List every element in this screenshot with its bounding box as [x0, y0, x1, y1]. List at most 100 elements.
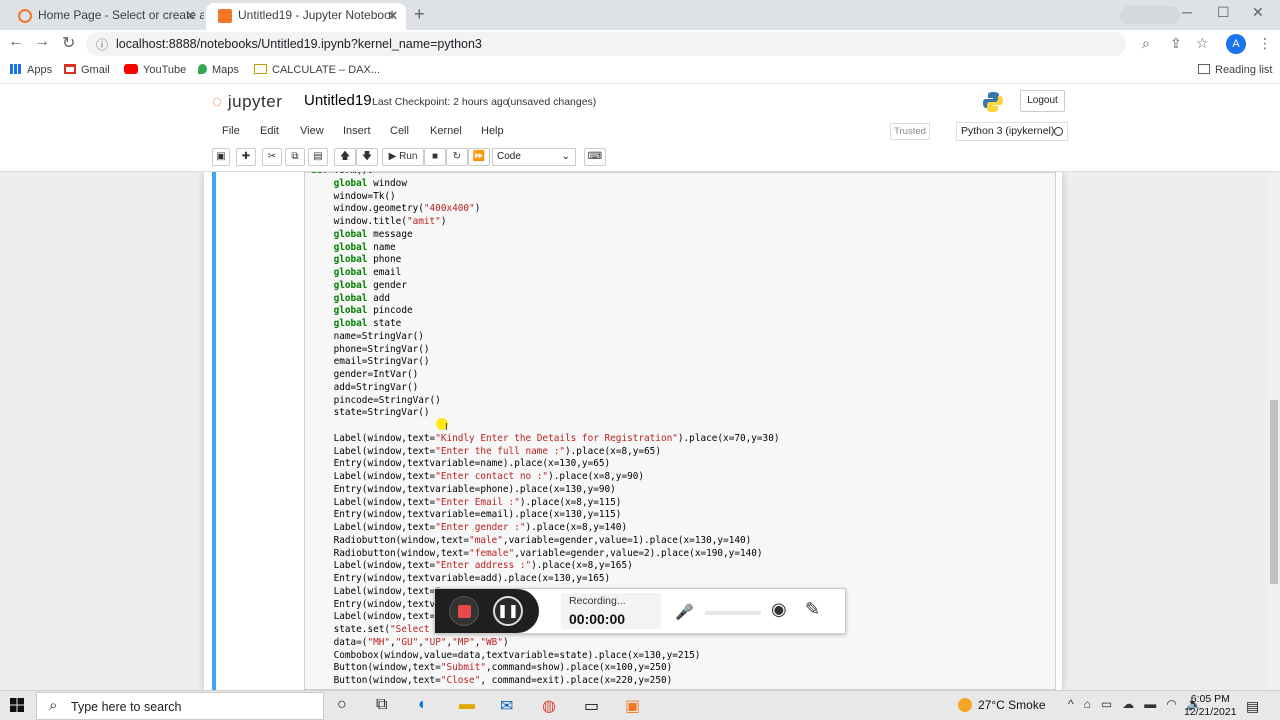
code-line[interactable]: Entry(window,textvariable=name).place(x=… — [311, 458, 780, 471]
code-line[interactable]: Label(window,text="Enter contact no :").… — [311, 471, 780, 484]
code-line[interactable]: Entry(window,textvariable=email).place(x… — [311, 509, 780, 522]
code-line[interactable]: global state — [311, 318, 780, 331]
cut-button[interactable]: ✂ — [262, 148, 282, 166]
bookmark-youtube[interactable]: YouTube — [124, 64, 186, 76]
code-line[interactable]: name=StringVar() — [311, 331, 780, 344]
code-line[interactable]: Entry(window,textvariable=add).place(x=1… — [311, 573, 780, 586]
code-line[interactable]: gender=IntVar() — [311, 369, 780, 382]
display-icon[interactable]: ▬ — [1144, 697, 1156, 711]
menu-help[interactable]: Help — [481, 125, 504, 137]
menu-insert[interactable]: Insert — [343, 125, 371, 137]
webcam-icon[interactable]: ◉ — [771, 599, 787, 620]
code-line[interactable]: data=("MH","GU","UP","MP","WB") — [311, 637, 780, 650]
code-line[interactable]: email=StringVar() — [311, 356, 780, 369]
code-line[interactable]: global gender — [311, 280, 780, 293]
menu-view[interactable]: View — [300, 125, 324, 137]
bookmark-star-icon[interactable]: ☆ — [1196, 35, 1209, 52]
zoom-icon[interactable]: ⌕ — [1142, 35, 1150, 52]
cortana-icon[interactable]: ○ — [337, 696, 347, 714]
save-button[interactable]: ▣ — [212, 148, 230, 166]
reload-icon[interactable]: ↻ — [62, 33, 75, 53]
code-line[interactable]: Label(window,text="Enter address :").pla… — [311, 560, 780, 573]
code-line[interactable]: global pincode — [311, 305, 780, 318]
mail-icon[interactable]: ✉ — [500, 696, 513, 716]
forward-icon[interactable]: → — [34, 33, 50, 51]
minimize-icon[interactable]: ─ — [1182, 4, 1192, 20]
taskbar-search[interactable]: ⌕ Type here to search — [36, 692, 324, 720]
file-explorer-icon[interactable]: ▬ — [459, 696, 475, 714]
code-line[interactable]: global name — [311, 242, 780, 255]
code-line[interactable]: global email — [311, 267, 780, 280]
copy-button[interactable]: ⧉ — [285, 148, 305, 166]
show-hidden-icon[interactable]: ^ — [1068, 697, 1074, 711]
maximize-icon[interactable]: ☐ — [1217, 4, 1230, 21]
close-tab-icon[interactable]: ✕ — [387, 3, 398, 28]
cell-type-select[interactable]: Code ⌄ — [492, 148, 576, 166]
code-line[interactable]: window=Tk() — [311, 191, 780, 204]
menu-cell[interactable]: Cell — [390, 125, 409, 137]
logout-button[interactable]: Logout — [1020, 90, 1065, 112]
tab-home-page[interactable]: Home Page - Select or create a ✕ — [6, 3, 204, 30]
system-tray[interactable]: ^ ⌂ ▭ ☁ ▬ ◠ 🔈 — [1068, 697, 1202, 711]
code-line[interactable]: window.title("amit") — [311, 216, 780, 229]
notifications-icon[interactable]: ▤ — [1246, 698, 1259, 715]
battery-icon[interactable]: ▭ — [1101, 697, 1112, 711]
code-line[interactable]: Button(window,text="Submit",command=show… — [311, 662, 780, 675]
bookmark-apps[interactable]: Apps — [10, 64, 52, 76]
terminal-icon[interactable]: ▭ — [584, 696, 599, 716]
run-button[interactable]: ▶ Run — [382, 148, 424, 166]
bookmark-maps[interactable]: Maps — [198, 64, 239, 76]
chrome-icon[interactable]: ◍ — [542, 696, 556, 716]
code-line[interactable]: window.geometry("400x400") — [311, 203, 780, 216]
app-icon[interactable]: ▣ — [625, 696, 640, 716]
restart-button[interactable]: ↻ — [446, 148, 468, 166]
code-line[interactable]: state=StringVar() — [311, 407, 780, 420]
code-line[interactable]: global window — [311, 178, 780, 191]
restart-run-all-button[interactable]: ⏩ — [468, 148, 490, 166]
network-icon[interactable]: ⌂ — [1084, 697, 1091, 711]
menu-file[interactable]: File — [222, 125, 240, 137]
menu-edit[interactable]: Edit — [260, 125, 279, 137]
task-view-icon[interactable]: ⧉ — [376, 696, 387, 714]
vertical-scrollbar[interactable] — [1268, 172, 1280, 690]
code-line[interactable]: Combobox(window,value=data,textvariable=… — [311, 650, 780, 663]
insert-cell-button[interactable]: ✚ — [236, 148, 256, 166]
bookmark-calculate-dax[interactable]: CALCULATE – DAX... — [254, 64, 380, 76]
windows-start-icon[interactable] — [10, 698, 24, 712]
code-line[interactable]: Label(window,text="Kindly Enter the Deta… — [311, 433, 780, 446]
back-icon[interactable]: ← — [8, 33, 24, 51]
stop-recording-button[interactable] — [449, 596, 479, 626]
notebook-name[interactable]: Untitled19 — [304, 92, 372, 109]
share-icon[interactable]: ⇪ — [1170, 35, 1182, 52]
code-line[interactable]: global phone — [311, 254, 780, 267]
scrollbar-thumb[interactable] — [1270, 400, 1278, 584]
pen-icon[interactable]: ✎ — [805, 599, 820, 620]
code-line[interactable]: add=StringVar() — [311, 382, 780, 395]
code-line[interactable]: Label(window,text="Enter the full name :… — [311, 446, 780, 459]
close-window-icon[interactable]: ✕ — [1252, 4, 1264, 21]
code-line[interactable]: Button(window,text="Close", command=exit… — [311, 675, 780, 688]
code-line[interactable]: Radiobutton(window,text="female",variabl… — [311, 548, 780, 561]
reading-list[interactable]: Reading list — [1198, 64, 1272, 76]
microphone-icon[interactable]: 🎤 — [675, 603, 694, 621]
pause-recording-button[interactable]: ❚❚ — [493, 596, 523, 626]
menu-kernel[interactable]: Kernel — [430, 125, 462, 137]
code-line[interactable]: Radiobutton(window,text="male",variable=… — [311, 535, 780, 548]
site-info-icon[interactable]: ⓘ — [96, 36, 108, 53]
new-tab-button[interactable]: + — [414, 4, 425, 25]
code-line[interactable]: phone=StringVar() — [311, 344, 780, 357]
bookmark-gmail[interactable]: Gmail — [64, 64, 110, 76]
code-line[interactable]: global message — [311, 229, 780, 242]
code-line[interactable] — [311, 420, 780, 433]
trusted-indicator[interactable]: Trusted — [890, 123, 930, 140]
wifi-icon[interactable]: ◠ — [1166, 697, 1176, 711]
tab-untitled19[interactable]: Untitled19 - Jupyter Notebook ✕ — [206, 3, 406, 30]
move-down-button[interactable]: 🡇 — [356, 148, 378, 166]
code-line[interactable]: Label(window,text="Enter Email :").place… — [311, 497, 780, 510]
code-line[interactable]: Entry(window,textvariable=phone).place(x… — [311, 484, 780, 497]
close-tab-icon[interactable]: ✕ — [185, 3, 196, 28]
browser-menu-icon[interactable]: ⋮ — [1258, 35, 1272, 52]
paste-button[interactable]: ▤ — [308, 148, 328, 166]
profile-avatar[interactable]: A — [1226, 34, 1246, 54]
interrupt-button[interactable]: ■ — [424, 148, 446, 166]
